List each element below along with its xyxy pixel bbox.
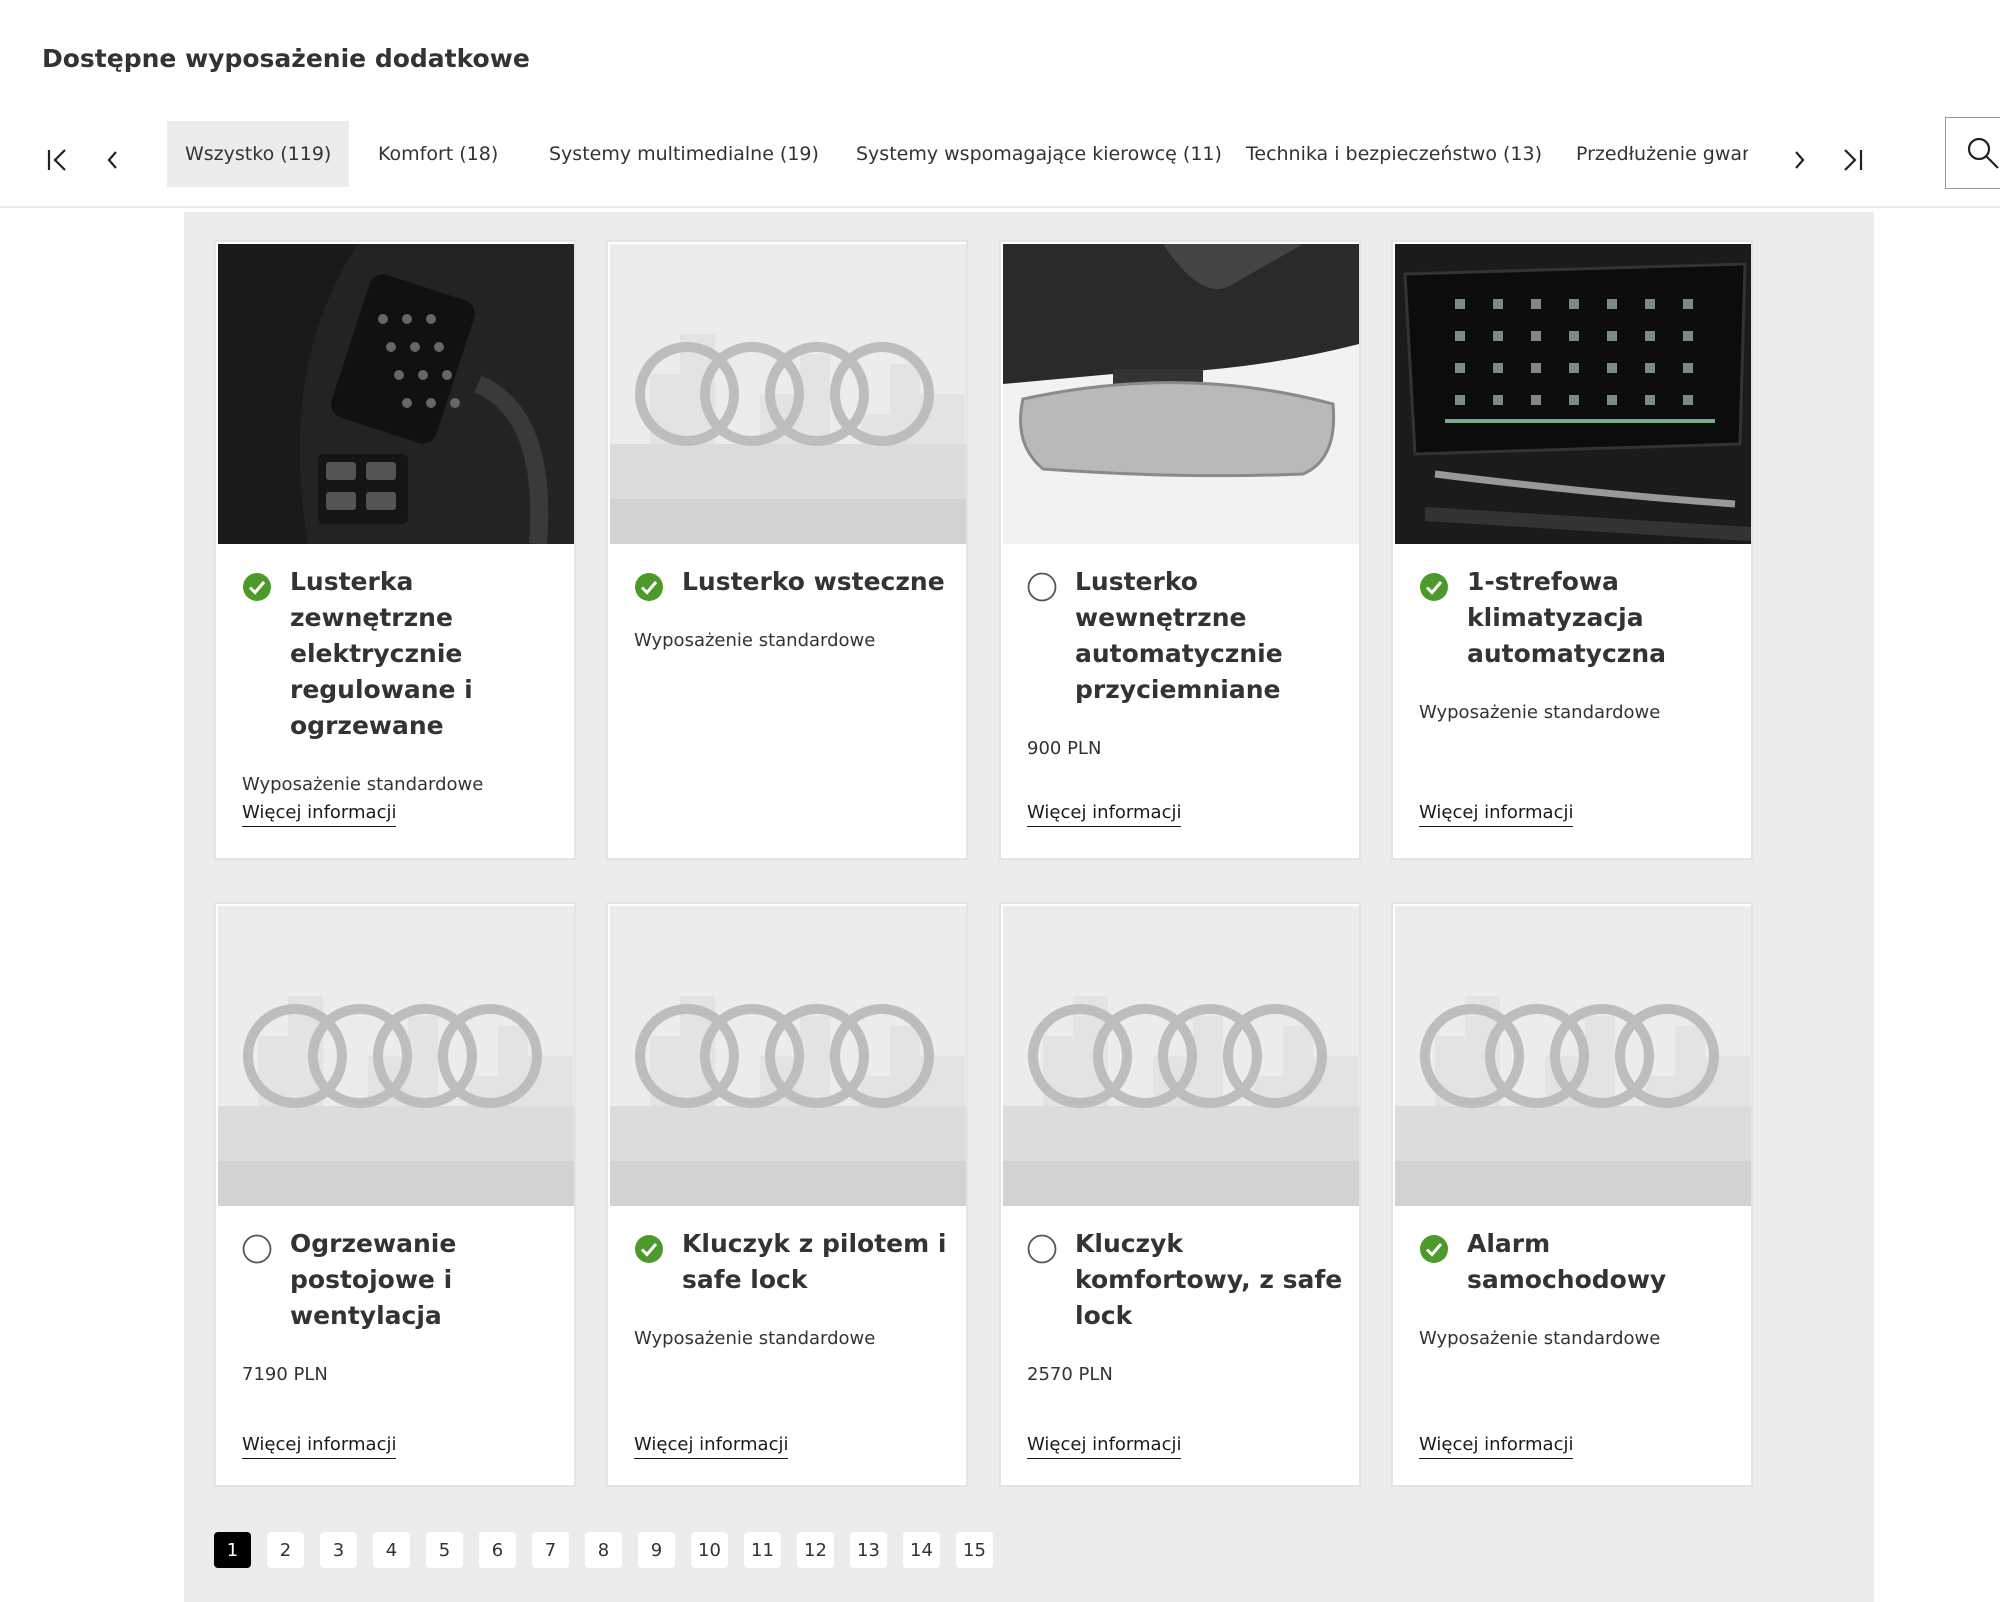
unchecked-icon[interactable] [1027, 1234, 1057, 1264]
unchecked-icon[interactable] [242, 1234, 272, 1264]
search-button[interactable] [1945, 117, 2000, 189]
page-7[interactable]: 7 [532, 1532, 569, 1568]
card-price: 7190 PLN [242, 1364, 328, 1385]
previous-tab-button[interactable] [88, 135, 138, 185]
page-8[interactable]: 8 [585, 1532, 622, 1568]
equipment-panel: Lusterka zewnętrzne elektrycznie regulow… [184, 212, 1874, 1602]
more-info-link[interactable]: Więcej informacji [1419, 1434, 1574, 1459]
page-13[interactable]: 13 [850, 1532, 887, 1568]
page-1[interactable]: 1 [214, 1532, 251, 1568]
audi-placeholder-image [610, 244, 966, 544]
skip-to-first-icon [47, 149, 66, 171]
page-11[interactable]: 11 [744, 1532, 781, 1568]
next-tab-button[interactable] [1774, 135, 1824, 185]
card-title: Lusterko wsteczne [682, 567, 945, 596]
tab-comfort[interactable]: Komfort (18) [360, 121, 516, 187]
card-title: Ogrzewanie postojowe i wentylacja [290, 1229, 457, 1330]
tab-all[interactable]: Wszystko (119) [167, 121, 350, 187]
card-status: Wyposażenie standardowe [242, 774, 484, 795]
page-14[interactable]: 14 [903, 1532, 940, 1568]
product-image [1003, 244, 1359, 544]
skip-to-first-button[interactable] [33, 135, 83, 185]
equipment-card[interactable]: Kluczyk komfortowy, z safe lock 2570 PLN W… [999, 902, 1361, 1487]
product-image [1395, 244, 1751, 544]
checked-icon[interactable] [634, 1234, 664, 1264]
page-10[interactable]: 10 [691, 1532, 728, 1568]
page-3[interactable]: 3 [320, 1532, 357, 1568]
equipment-card[interactable]: Lusterko wsteczne Wyposażenie standardowe [606, 240, 968, 860]
card-title: Alarm samochodowy [1467, 1229, 1667, 1294]
page-title: Dostępne wyposażenie dodatkowe [42, 44, 530, 73]
chevron-left-icon [107, 151, 117, 169]
audi-placeholder-image [610, 906, 966, 1206]
card-status: Wyposażenie standardowe [634, 1328, 876, 1349]
card-title: Kluczyk z pilotem i safe lock [682, 1229, 947, 1294]
skip-to-last-button[interactable] [1827, 135, 1877, 185]
equipment-card[interactable]: Ogrzewanie postojowe i wentylacja 7190 PL… [214, 902, 576, 1487]
page-12[interactable]: 12 [797, 1532, 834, 1568]
skip-to-last-icon [1844, 149, 1863, 171]
checked-icon[interactable] [634, 572, 664, 602]
tabs-divider [0, 206, 2000, 208]
checked-icon[interactable] [1419, 572, 1449, 602]
more-info-link[interactable]: Więcej informacji [1419, 802, 1574, 827]
tab-warranty-extension[interactable]: Przedłużenie gwara [1558, 121, 1748, 187]
card-title: Kluczyk komfortowy, z safe lock [1075, 1229, 1343, 1330]
pagination: 1 2 3 4 5 6 7 8 9 10 11 12 13 14 15 [214, 1532, 993, 1568]
chevron-right-icon [1795, 151, 1805, 169]
checked-icon[interactable] [242, 572, 272, 602]
category-tabs: Wszystko (119) Komfort (18) Systemy mult… [0, 115, 2000, 207]
card-title: Lusterko wewnętrzne automatycznie przyci… [1075, 567, 1283, 704]
more-info-link[interactable]: Więcej informacji [1027, 1434, 1182, 1459]
search-icon [1967, 137, 1999, 169]
tab-warranty-clip: Przedłużenie gwara [1558, 121, 1748, 187]
equipment-card[interactable]: Alarm samochodowy Wyposażenie standardowe… [1391, 902, 1753, 1487]
checked-icon[interactable] [1419, 1234, 1449, 1264]
card-price: 2570 PLN [1027, 1364, 1113, 1385]
page-15[interactable]: 15 [956, 1532, 993, 1568]
card-title: Lusterka zewnętrzne elektrycznie regulow… [290, 567, 473, 740]
more-info-link[interactable]: Więcej informacji [242, 1434, 397, 1459]
tab-technology-safety[interactable]: Technika i bezpieczeństwo (13) [1228, 121, 1560, 187]
equipment-card[interactable]: Lusterka zewnętrzne elektrycznie regulow… [214, 240, 576, 860]
page-4[interactable]: 4 [373, 1532, 410, 1568]
more-info-link[interactable]: Więcej informacji [242, 802, 397, 827]
unchecked-icon[interactable] [1027, 572, 1057, 602]
equipment-card[interactable]: Kluczyk z pilotem i safe lock Wyposażenie… [606, 902, 968, 1487]
page-5[interactable]: 5 [426, 1532, 463, 1568]
card-title: 1-strefowa klimatyzacja automatyczna [1467, 567, 1666, 668]
tab-driver-assistance[interactable]: Systemy wspomagające kierowcę (11) [838, 121, 1240, 187]
product-image [218, 244, 574, 544]
card-status: Wyposażenie standardowe [1419, 1328, 1661, 1349]
audi-placeholder-image [218, 906, 574, 1206]
card-status: Wyposażenie standardowe [1419, 702, 1661, 723]
tab-multimedia[interactable]: Systemy multimedialne (19) [531, 121, 837, 187]
page-2[interactable]: 2 [267, 1532, 304, 1568]
card-price: 900 PLN [1027, 738, 1102, 759]
card-status: Wyposażenie standardowe [634, 630, 876, 651]
page-9[interactable]: 9 [638, 1532, 675, 1568]
page-6[interactable]: 6 [479, 1532, 516, 1568]
more-info-link[interactable]: Więcej informacji [634, 1434, 789, 1459]
equipment-card[interactable]: 1-strefowa klimatyzacja automatyczna Wypo… [1391, 240, 1753, 860]
more-info-link[interactable]: Więcej informacji [1027, 802, 1182, 827]
equipment-card[interactable]: Lusterko wewnętrzne automatycznie przyci… [999, 240, 1361, 860]
audi-placeholder-image [1395, 906, 1751, 1206]
audi-placeholder-image [1003, 906, 1359, 1206]
